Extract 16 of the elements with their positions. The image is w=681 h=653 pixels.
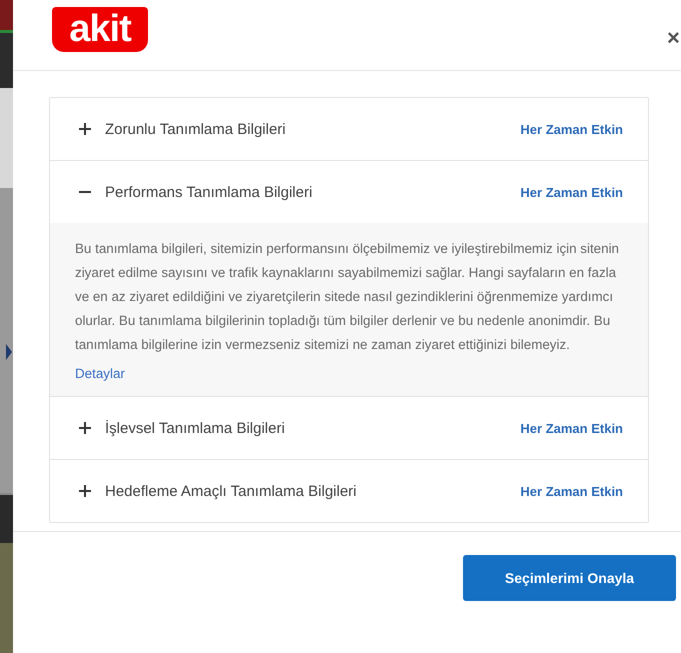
plus-icon[interactable]: [78, 122, 92, 136]
plus-icon[interactable]: [78, 421, 92, 435]
status-label: Her Zaman Etkin: [520, 122, 623, 136]
section-description: Bu tanımlama bilgileri, sitemizin performansını ölçebilmemiz ve iyileştirebilmemiz için sitenin ziyaret edilme sayısını ve trafik kaynaklarını sayabilmemizi sağlar. Hangi sayfaların en fazla ve en az ziyaret edildiğini ve ziyaretçilerin sitede nasıl gezindiklerini öğrenmemize yardımcı olurlar. Bu tanımlama bilgilerinin topladığı tüm bilgiler derlenir ve bu nedenle anonimdir. Bu tanımlama bilgilerine izin vermezseniz sitemizi ne zaman ziyaret ettiğinizi bilemeyiz.: [75, 240, 620, 354]
status-label: Her Zaman Etkin: [520, 420, 623, 436]
status-label: Her Zaman Etkin: [520, 484, 623, 498]
plus-icon[interactable]: [78, 484, 92, 498]
section-title[interactable]: Zorunlu Tanımlama Bilgileri: [105, 120, 520, 138]
section-title[interactable]: İşlevsel Tanımlama Bilgileri: [105, 420, 520, 436]
details-link[interactable]: Detaylar: [75, 362, 125, 386]
logo: akit: [52, 6, 148, 52]
confirm-button[interactable]: Seçimlerimi Onayla: [463, 555, 676, 601]
close-button[interactable]: ×: [667, 26, 681, 50]
status-label: Her Zaman Etkin: [520, 184, 623, 200]
section-title[interactable]: Hedefleme Amaçlı Tanımlama Bilgileri: [105, 482, 520, 500]
section-title[interactable]: Performans Tanımlama Bilgileri: [105, 184, 520, 200]
